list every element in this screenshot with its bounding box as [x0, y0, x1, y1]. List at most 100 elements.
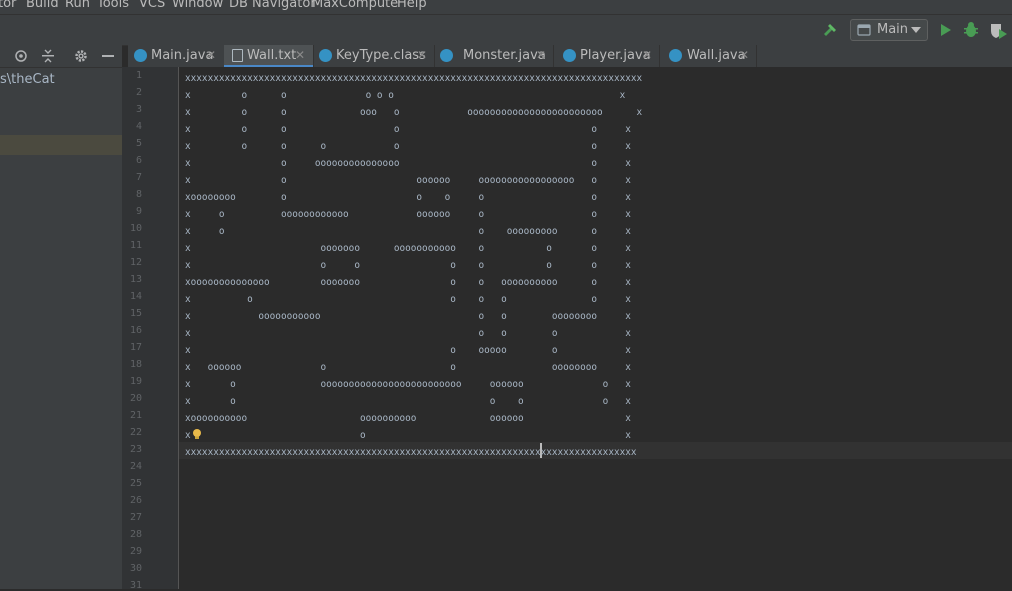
tab-monster-java[interactable]: Monster.java ✕ — [434, 45, 554, 67]
line-number: 19 — [129, 376, 142, 387]
line-number: 16 — [129, 325, 142, 336]
code-line[interactable]: x ooooooo ooooooooooo o o o x — [185, 240, 631, 257]
line-number: 2 — [135, 87, 142, 98]
code-line[interactable]: x o ooooooooooooooooooooooooo oooooo o x — [185, 376, 631, 393]
lightbulb-icon[interactable] — [191, 428, 203, 440]
line-number: 9 — [135, 206, 142, 217]
menu-build[interactable]: Build — [26, 0, 59, 11]
close-icon[interactable]: ✕ — [295, 48, 305, 62]
dropdown-icon — [911, 27, 921, 33]
locate-icon[interactable] — [14, 49, 28, 63]
code-line[interactable]: x o o ooooooooo o x — [185, 223, 631, 240]
line-number: 6 — [135, 155, 142, 166]
run-config-selector[interactable]: Main — [850, 19, 928, 41]
line-number: 20 — [129, 393, 142, 404]
tab-main-java[interactable]: Main.java ✕ — [128, 45, 225, 67]
minimize-icon[interactable] — [101, 49, 115, 63]
line-number: 7 — [135, 172, 142, 183]
code-line[interactable]: x o o o o o x — [185, 138, 631, 155]
menu-editor[interactable]: tor — [0, 0, 16, 11]
tab-label: Wall.txt — [247, 48, 297, 63]
tab-label: Player.java — [580, 48, 651, 63]
line-number: 31 — [129, 580, 142, 591]
text-editor[interactable]: xxxxxxxxxxxxxxxxxxxxxxxxxxxxxxxxxxxxxxxx… — [179, 67, 1012, 589]
code-line[interactable]: x o oooooo ooooooooooooooooo o x — [185, 172, 631, 189]
code-line[interactable]: x o oooooooooooo oooooo o o x — [185, 206, 631, 223]
menu-bar: tor Build Run Tools VCS Window DB Naviga… — [0, 0, 1012, 14]
run-icon[interactable] — [938, 20, 954, 40]
line-number: 25 — [129, 478, 142, 489]
code-line[interactable]: x o o o o o x — [185, 291, 631, 308]
code-line[interactable]: x o o o o x — [185, 121, 631, 138]
line-number: 18 — [129, 359, 142, 370]
code-line[interactable]: x oooooo o o oooooooo x — [185, 359, 631, 376]
code-line[interactable]: xoooooooooo oooooooooo oooooo x — [185, 410, 631, 427]
selected-tree-row[interactable] — [0, 135, 122, 155]
tab-label: KeyType.class — [336, 48, 426, 63]
line-number: 27 — [129, 512, 142, 523]
gear-icon[interactable] — [74, 49, 88, 63]
line-number: 14 — [129, 291, 142, 302]
java-class-icon — [134, 49, 147, 62]
project-panel: s\theCat — [0, 45, 122, 589]
menu-run[interactable]: Run — [65, 0, 90, 11]
code-line[interactable]: x o o o o o o x — [185, 257, 631, 274]
close-icon[interactable]: ✕ — [536, 48, 546, 62]
app-config-icon — [857, 24, 871, 36]
line-number: 3 — [135, 104, 142, 115]
code-line[interactable]: xoooooooooooooo ooooooo o o oooooooooo o… — [185, 274, 631, 291]
menu-vcs[interactable]: VCS — [139, 0, 165, 11]
code-line[interactable]: x o ooooo o x — [185, 342, 631, 359]
tab-label: Main.java — [151, 48, 214, 63]
tab-wall-java[interactable]: Wall.java ✕ — [659, 45, 757, 67]
tab-player-java[interactable]: Player.java ✕ — [553, 45, 660, 67]
line-number: 29 — [129, 546, 142, 557]
close-icon[interactable]: ✕ — [739, 48, 749, 62]
line-number: 4 — [135, 121, 142, 132]
tab-keytype-class[interactable]: KeyType.class ✕ — [313, 45, 435, 67]
menu-help[interactable]: Help — [397, 0, 427, 11]
code-line[interactable]: xxxxxxxxxxxxxxxxxxxxxxxxxxxxxxxxxxxxxxxx… — [185, 444, 637, 461]
line-number: 28 — [129, 529, 142, 540]
line-number: 23 — [129, 444, 142, 455]
build-icon[interactable] — [820, 20, 840, 40]
tab-label: Wall.java — [687, 48, 746, 63]
project-panel-header — [0, 45, 122, 68]
close-icon[interactable]: ✕ — [417, 48, 427, 62]
menu-db-navigator[interactable]: DB Navigator — [229, 0, 316, 11]
line-number: 26 — [129, 495, 142, 506]
coverage-icon[interactable] — [988, 20, 1008, 40]
line-number: 12 — [129, 257, 142, 268]
project-path[interactable]: s\theCat — [0, 72, 55, 87]
code-line[interactable]: x o x — [185, 427, 631, 444]
compiled-class-icon — [319, 49, 332, 62]
code-line[interactable]: x o o ooo o oooooooooooooooooooooooo x — [185, 104, 642, 121]
debug-icon[interactable] — [962, 20, 980, 40]
close-icon[interactable]: ✕ — [206, 48, 216, 62]
tab-wall-txt[interactable]: Wall.txt ✕ — [224, 45, 314, 68]
line-number: 8 — [135, 189, 142, 200]
line-number: 13 — [129, 274, 142, 285]
code-line[interactable]: x o ooooooooooooooo o x — [185, 155, 631, 172]
line-number: 30 — [129, 563, 142, 574]
code-line[interactable]: x o o o x — [185, 325, 631, 342]
code-line[interactable]: x o o o o x — [185, 393, 631, 410]
menu-window[interactable]: Window — [172, 0, 223, 11]
menu-maxcompute[interactable]: MaxCompute — [312, 0, 398, 11]
code-line[interactable]: x ooooooooooo o o oooooooo x — [185, 308, 631, 325]
line-number: 21 — [129, 410, 142, 421]
menu-tools[interactable]: Tools — [97, 0, 129, 11]
run-config-label: Main — [877, 22, 909, 37]
text-file-icon — [232, 49, 243, 62]
collapse-icon[interactable] — [41, 49, 55, 63]
java-class-icon — [669, 49, 682, 62]
main-toolbar: Main — [0, 14, 1012, 46]
line-number: 24 — [129, 461, 142, 472]
code-line[interactable]: xoooooooo o o o o o x — [185, 189, 631, 206]
tab-label: Monster.java — [463, 48, 546, 63]
close-icon[interactable]: ✕ — [642, 48, 652, 62]
editor-tab-bar: Main.java ✕ Wall.txt ✕ KeyType.class ✕ M… — [128, 45, 1012, 68]
code-line[interactable]: x o o o o o x — [185, 87, 625, 104]
line-number: 15 — [129, 308, 142, 319]
code-line[interactable]: xxxxxxxxxxxxxxxxxxxxxxxxxxxxxxxxxxxxxxxx… — [185, 70, 642, 87]
